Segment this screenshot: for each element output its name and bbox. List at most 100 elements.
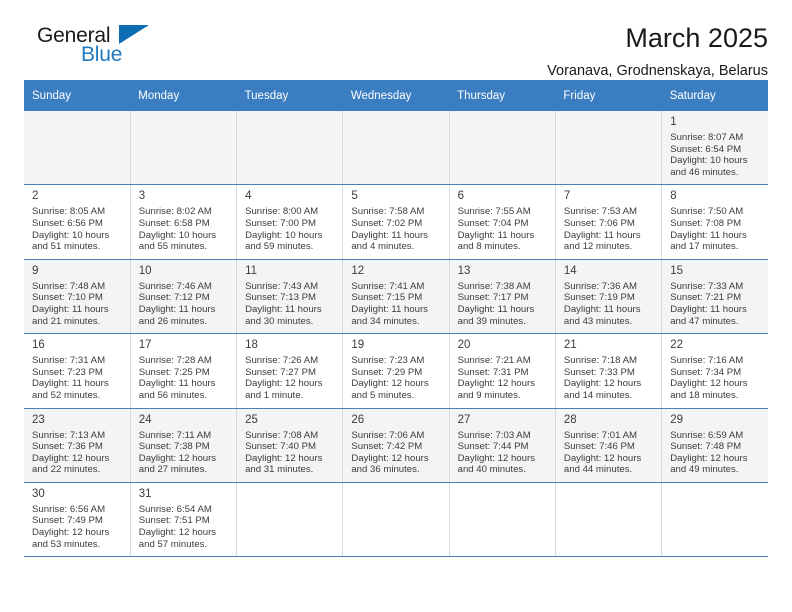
daylight-text-line2: and 47 minutes. xyxy=(670,315,739,327)
sunrise-text: Sunrise: 7:08 AM xyxy=(245,429,319,441)
sunrise-text: Sunrise: 8:05 AM xyxy=(32,206,106,218)
day-number: 18 xyxy=(245,339,258,352)
calendar-day-cell[interactable]: 27 Sunrise: 7:03 AM Sunset: 7:44 PM Dayligh… xyxy=(449,408,556,483)
calendar-day-cell[interactable]: 8 Sunrise: 7:50 AM Sunset: 7:08 PM Daylight… xyxy=(661,184,768,260)
daylight-text-line2: and 43 minutes. xyxy=(563,315,633,327)
sunrise-text: Sunrise: 7:38 AM xyxy=(457,280,531,292)
daylight-text-line2: and 30 minutes. xyxy=(245,315,314,327)
day-cell-content: 8 Sunrise: 7:50 AM Sunset: 7:08 PM Daylight… xyxy=(662,185,768,258)
daylight-text-line2: and 26 minutes. xyxy=(138,315,208,327)
day-number: 4 xyxy=(245,190,252,203)
day-cell-content: 4 Sunrise: 8:00 AM Sunset: 7:00 PM Daylight… xyxy=(237,185,342,258)
calendar-day-cell[interactable]: 28 Sunrise: 7:01 AM Sunset: 7:46 PM Dayligh… xyxy=(555,408,663,483)
day-cell-content: 1 Sunrise: 8:07 AM Sunset: 6:54 PM Daylight… xyxy=(662,111,768,184)
calendar-day-cell[interactable]: 25 Sunrise: 7:08 AM Sunset: 7:40 PM Dayligh… xyxy=(236,408,344,483)
sunrise-text: Sunrise: 7:28 AM xyxy=(138,355,212,367)
calendar-day-cell[interactable]: 15 Sunrise: 7:33 AM Sunset: 7:21 PM Dayligh… xyxy=(661,259,768,335)
sunrise-text: Sunrise: 7:50 AM xyxy=(670,206,744,218)
sunset-text: Sunset: 7:15 PM xyxy=(351,292,423,304)
daylight-text-line1: Daylight: 10 hours xyxy=(670,155,748,167)
sunrise-text: Sunrise: 7:18 AM xyxy=(563,355,637,367)
calendar-empty-cell xyxy=(130,111,238,186)
day-cell-content: 30 Sunrise: 6:56 AM Sunset: 7:49 PM Dayligh… xyxy=(24,483,130,556)
day-cell-content: 20 Sunrise: 7:21 AM Sunset: 7:31 PM Dayligh… xyxy=(450,334,555,407)
calendar-day-cell[interactable]: 22 Sunrise: 7:16 AM Sunset: 7:34 PM Dayligh… xyxy=(661,333,768,409)
calendar-day-cell[interactable]: 30 Sunrise: 6:56 AM Sunset: 7:49 PM Dayligh… xyxy=(24,482,131,558)
day-number: 20 xyxy=(457,339,471,352)
sunrise-text: Sunrise: 7:21 AM xyxy=(457,355,531,367)
calendar-day-cell[interactable]: 3 Sunrise: 8:02 AM Sunset: 6:58 PM Daylight… xyxy=(130,184,238,260)
daylight-text-line1: Daylight: 12 hours xyxy=(670,378,748,390)
calendar-day-cell[interactable]: 23 Sunrise: 7:13 AM Sunset: 7:36 PM Dayligh… xyxy=(24,408,131,483)
day-number: 14 xyxy=(563,264,577,277)
sunset-text: Sunset: 7:21 PM xyxy=(670,292,742,304)
daylight-text-line1: Daylight: 11 hours xyxy=(351,303,428,315)
daylight-text-line2: and 17 minutes. xyxy=(670,241,739,253)
calendar-day-cell[interactable]: 9 Sunrise: 7:48 AM Sunset: 7:10 PM Daylight… xyxy=(24,259,131,335)
daylight-text-line1: Daylight: 12 hours xyxy=(563,378,642,390)
day-number: 5 xyxy=(351,190,358,203)
calendar-week-row: 1 Sunrise: 8:07 AM Sunset: 6:54 PM Daylight… xyxy=(24,111,768,186)
triangle-flag-icon xyxy=(119,25,149,44)
calendar-day-cell[interactable]: 19 Sunrise: 7:23 AM Sunset: 7:29 PM Dayligh… xyxy=(342,333,450,409)
calendar-day-cell[interactable]: 5 Sunrise: 7:58 AM Sunset: 7:02 PM Daylight… xyxy=(342,184,450,260)
day-cell-content: 14 Sunrise: 7:36 AM Sunset: 7:19 PM Dayligh… xyxy=(556,260,661,333)
day-number: 1 xyxy=(670,116,677,128)
calendar-day-cell[interactable]: 1 Sunrise: 8:07 AM Sunset: 6:54 PM Daylight… xyxy=(661,111,768,186)
page-title: March 2025 xyxy=(625,23,768,53)
daylight-text-line1: Daylight: 11 hours xyxy=(32,303,109,315)
day-number: 16 xyxy=(32,339,45,352)
weekday-header-saturday: Saturday xyxy=(661,80,768,111)
calendar-day-cell[interactable]: 7 Sunrise: 7:53 AM Sunset: 7:06 PM Daylight… xyxy=(555,184,663,260)
calendar-day-cell[interactable]: 13 Sunrise: 7:38 AM Sunset: 7:17 PM Dayligh… xyxy=(449,259,556,335)
sunset-text: Sunset: 7:27 PM xyxy=(245,366,316,378)
calendar-day-cell[interactable]: 12 Sunrise: 7:41 AM Sunset: 7:15 PM Dayligh… xyxy=(342,259,450,335)
calendar-day-cell[interactable]: 20 Sunrise: 7:21 AM Sunset: 7:31 PM Dayligh… xyxy=(449,333,556,409)
day-cell-content: 21 Sunrise: 7:18 AM Sunset: 7:33 PM Dayligh… xyxy=(556,334,661,407)
day-cell-content: 23 Sunrise: 7:13 AM Sunset: 7:36 PM Dayligh… xyxy=(24,409,130,482)
calendar-day-cell[interactable]: 18 Sunrise: 7:26 AM Sunset: 7:27 PM Dayligh… xyxy=(236,333,344,409)
calendar-day-cell[interactable]: 29 Sunrise: 6:59 AM Sunset: 7:48 PM Dayligh… xyxy=(661,408,768,483)
calendar-day-cell[interactable]: 21 Sunrise: 7:18 AM Sunset: 7:33 PM Dayligh… xyxy=(555,333,663,409)
sunrise-text: Sunrise: 7:03 AM xyxy=(457,429,531,441)
day-cell-content: 12 Sunrise: 7:41 AM Sunset: 7:15 PM Dayligh… xyxy=(343,260,448,333)
daylight-text-line2: and 49 minutes. xyxy=(670,464,739,476)
day-number: 7 xyxy=(563,190,571,203)
calendar-day-cell[interactable]: 10 Sunrise: 7:46 AM Sunset: 7:12 PM Dayligh… xyxy=(130,259,238,335)
sunset-text: Sunset: 7:38 PM xyxy=(138,441,210,453)
day-cell-content: 17 Sunrise: 7:28 AM Sunset: 7:25 PM Dayligh… xyxy=(131,334,236,407)
sunrise-text: Sunrise: 7:01 AM xyxy=(563,429,637,441)
daylight-text-line1: Daylight: 12 hours xyxy=(245,378,323,390)
calendar-day-cell[interactable]: 26 Sunrise: 7:06 AM Sunset: 7:42 PM Dayligh… xyxy=(342,408,450,483)
daylight-text-line2: and 31 minutes. xyxy=(245,464,314,476)
sunrise-text: Sunrise: 7:48 AM xyxy=(32,280,106,292)
day-number: 12 xyxy=(351,264,365,277)
calendar-day-cell[interactable]: 31 Sunrise: 6:54 AM Sunset: 7:51 PM Dayligh… xyxy=(130,482,238,558)
calendar-day-cell[interactable]: 2 Sunrise: 8:05 AM Sunset: 6:56 PM Daylight… xyxy=(24,184,131,260)
calendar-day-cell[interactable]: 24 Sunrise: 7:11 AM Sunset: 7:38 PM Dayligh… xyxy=(130,408,238,483)
daylight-text-line2: and 14 minutes. xyxy=(563,389,633,401)
calendar-day-cell[interactable]: 6 Sunrise: 7:55 AM Sunset: 7:04 PM Daylight… xyxy=(449,184,556,260)
day-cell-content: 25 Sunrise: 7:08 AM Sunset: 7:40 PM Dayligh… xyxy=(237,409,342,482)
sunset-text: Sunset: 7:10 PM xyxy=(32,292,103,304)
sunset-text: Sunset: 6:54 PM xyxy=(670,143,742,155)
daylight-text-line2: and 52 minutes. xyxy=(32,389,101,401)
calendar-day-cell[interactable]: 11 Sunrise: 7:43 AM Sunset: 7:13 PM Dayligh… xyxy=(236,259,344,335)
sunrise-text: Sunrise: 7:13 AM xyxy=(32,429,106,441)
daylight-text-line2: and 9 minutes. xyxy=(457,389,521,401)
daylight-text-line2: and 18 minutes. xyxy=(670,389,739,401)
general-blue-logo[interactable]: General Blue xyxy=(24,22,154,70)
calendar-day-cell[interactable]: 4 Sunrise: 8:00 AM Sunset: 7:00 PM Daylight… xyxy=(236,184,344,260)
sunset-text: Sunset: 7:06 PM xyxy=(563,217,635,229)
daylight-text-line2: and 55 minutes. xyxy=(138,241,208,253)
calendar-day-cell[interactable]: 17 Sunrise: 7:28 AM Sunset: 7:25 PM Dayligh… xyxy=(130,333,238,409)
calendar-day-cell[interactable]: 16 Sunrise: 7:31 AM Sunset: 7:23 PM Dayligh… xyxy=(24,333,131,409)
sunrise-text: Sunrise: 7:31 AM xyxy=(32,355,106,367)
calendar-day-cell[interactable]: 14 Sunrise: 7:36 AM Sunset: 7:19 PM Dayligh… xyxy=(555,259,663,335)
sunset-text: Sunset: 7:25 PM xyxy=(138,366,210,378)
daylight-text-line1: Daylight: 11 hours xyxy=(563,229,641,241)
daylight-text-line1: Daylight: 12 hours xyxy=(351,452,429,464)
day-number: 27 xyxy=(457,413,471,426)
sunrise-text: Sunrise: 8:00 AM xyxy=(245,206,319,218)
daylight-text-line2: and 44 minutes. xyxy=(563,464,633,476)
